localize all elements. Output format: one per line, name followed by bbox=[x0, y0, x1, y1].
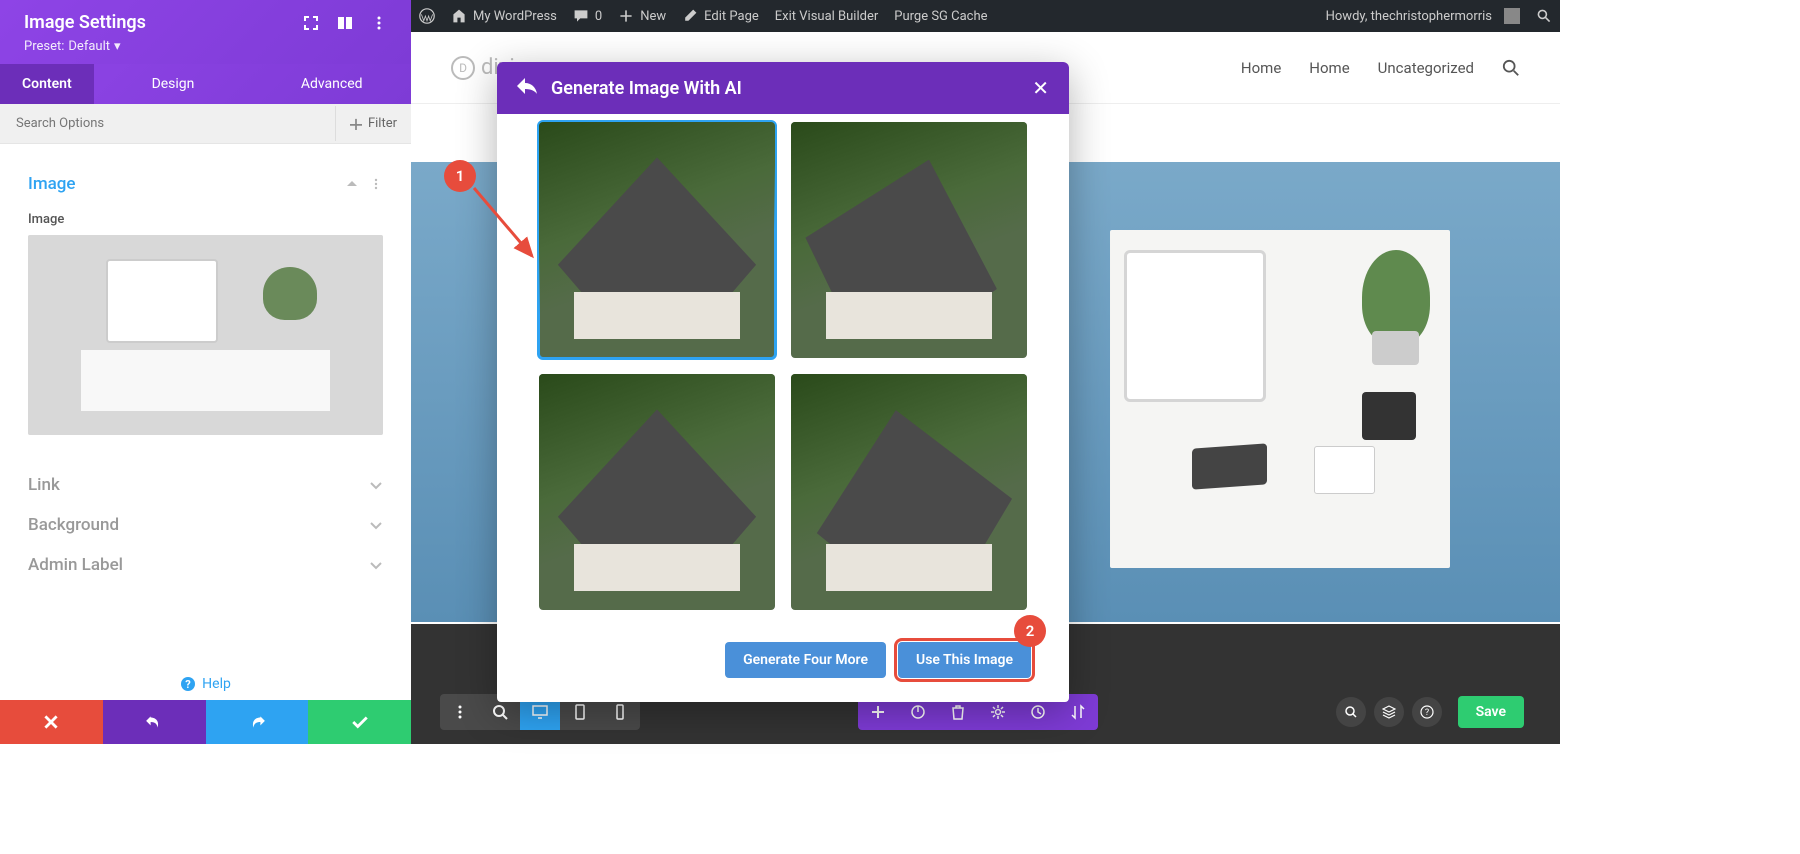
chevron-down-icon bbox=[369, 518, 383, 532]
section-background[interactable]: Background bbox=[28, 505, 383, 545]
svg-text:?: ? bbox=[185, 678, 191, 691]
wp-site-name: My WordPress bbox=[473, 9, 557, 24]
chevron-down-icon: ▾ bbox=[114, 39, 121, 54]
wp-howdy-label: Howdy, thechristophermorris bbox=[1326, 9, 1492, 24]
section-link[interactable]: Link bbox=[28, 465, 383, 505]
section-background-title: Background bbox=[28, 515, 119, 535]
section-image-title: Image bbox=[28, 174, 76, 194]
ai-image-modal: Generate Image With AI ✕ Generate Four M… bbox=[497, 62, 1069, 702]
wp-comments[interactable]: 0 bbox=[565, 0, 610, 32]
back-button[interactable] bbox=[517, 78, 537, 98]
builder-save-toolbar: ? Save bbox=[1332, 694, 1524, 730]
tab-content[interactable]: Content bbox=[0, 64, 94, 104]
more-vert-icon[interactable] bbox=[369, 177, 383, 191]
wp-admin-bar: My WordPress 0 New Edit Page Exit Visual… bbox=[411, 0, 1560, 32]
nav-uncategorized[interactable]: Uncategorized bbox=[1378, 59, 1474, 77]
layers-icon[interactable] bbox=[1374, 697, 1404, 727]
wp-new[interactable]: New bbox=[610, 0, 674, 32]
generated-image-1[interactable] bbox=[539, 122, 775, 358]
columns-icon[interactable] bbox=[337, 15, 353, 31]
expand-icon[interactable] bbox=[303, 15, 319, 31]
modal-footer: Generate Four More Use This Image bbox=[497, 628, 1069, 702]
annotation-arrow bbox=[464, 178, 544, 268]
modal-header: Generate Image With AI ✕ bbox=[497, 62, 1069, 114]
search-icon[interactable] bbox=[1502, 59, 1520, 77]
settings-tabs: Content Design Advanced bbox=[0, 64, 411, 104]
close-icon[interactable]: ✕ bbox=[1032, 76, 1049, 100]
undo-button[interactable] bbox=[103, 700, 206, 744]
tab-advanced[interactable]: Advanced bbox=[252, 64, 411, 104]
hero-image[interactable] bbox=[1110, 230, 1450, 568]
wp-new-label: New bbox=[640, 9, 666, 24]
svg-text:?: ? bbox=[1424, 708, 1428, 718]
generated-image-3[interactable] bbox=[539, 374, 775, 610]
more-vert-icon[interactable] bbox=[371, 15, 387, 31]
help-circle-icon[interactable]: ? bbox=[1412, 697, 1442, 727]
wp-exit-builder[interactable]: Exit Visual Builder bbox=[767, 0, 886, 32]
image-preview[interactable] bbox=[28, 235, 383, 435]
wp-howdy[interactable]: Howdy, thechristophermorris bbox=[1318, 0, 1528, 32]
chevron-down-icon bbox=[369, 558, 383, 572]
filter-button[interactable]: Filter bbox=[335, 106, 411, 141]
save-button[interactable] bbox=[308, 700, 411, 744]
help-link[interactable]: ? Help bbox=[0, 668, 411, 700]
footer-actions bbox=[0, 700, 411, 744]
wp-logo[interactable] bbox=[411, 0, 443, 32]
redo-button[interactable] bbox=[206, 700, 309, 744]
chevron-down-icon bbox=[369, 478, 383, 492]
nav-home-2[interactable]: Home bbox=[1309, 59, 1349, 77]
annotation-2: 2 bbox=[1014, 615, 1046, 647]
section-admin-label[interactable]: Admin Label bbox=[28, 545, 383, 585]
preset-label: Preset: bbox=[24, 39, 64, 54]
chevron-up-icon bbox=[345, 177, 359, 191]
wp-search-icon[interactable] bbox=[1528, 0, 1560, 32]
preset-value: Default bbox=[68, 39, 110, 54]
image-field-label: Image bbox=[28, 212, 383, 227]
use-this-image-button[interactable]: Use This Image bbox=[898, 642, 1031, 678]
nav-home-1[interactable]: Home bbox=[1241, 59, 1281, 77]
wp-site-link[interactable]: My WordPress bbox=[443, 0, 565, 32]
modal-title: Generate Image With AI bbox=[551, 78, 1018, 99]
section-link-title: Link bbox=[28, 475, 60, 495]
wp-purge-label: Purge SG Cache bbox=[894, 9, 987, 24]
wp-edit-page[interactable]: Edit Page bbox=[674, 0, 767, 32]
wp-comment-count: 0 bbox=[595, 9, 602, 24]
help-label: Help bbox=[202, 676, 231, 692]
filter-label: Filter bbox=[368, 116, 397, 131]
section-admin-label-title: Admin Label bbox=[28, 555, 123, 575]
more-vert-icon[interactable] bbox=[440, 694, 480, 730]
generated-image-2[interactable] bbox=[791, 122, 1027, 358]
image-settings-panel: Image Settings Preset: Default ▾ Content… bbox=[0, 0, 411, 744]
wp-purge-cache[interactable]: Purge SG Cache bbox=[886, 0, 995, 32]
section-image[interactable]: Image bbox=[28, 164, 383, 204]
site-nav: Home Home Uncategorized bbox=[1241, 59, 1520, 77]
generated-image-4[interactable] bbox=[791, 374, 1027, 610]
search-input[interactable] bbox=[0, 104, 335, 143]
generate-more-button[interactable]: Generate Four More bbox=[725, 642, 886, 678]
annotation-1: 1 bbox=[444, 160, 476, 192]
wp-exit-label: Exit Visual Builder bbox=[775, 9, 878, 24]
panel-body: Image Image Link Background Admin Label bbox=[0, 144, 411, 668]
search-circle-icon[interactable] bbox=[1336, 697, 1366, 727]
tab-design[interactable]: Design bbox=[94, 64, 253, 104]
save-page-button[interactable]: Save bbox=[1458, 696, 1524, 728]
sidebar-header: Image Settings Preset: Default ▾ bbox=[0, 0, 411, 64]
preset-selector[interactable]: Preset: Default ▾ bbox=[24, 39, 387, 64]
sidebar-title: Image Settings bbox=[24, 12, 146, 33]
cancel-button[interactable] bbox=[0, 700, 103, 744]
wp-edit-label: Edit Page bbox=[704, 9, 759, 24]
avatar bbox=[1504, 8, 1520, 24]
generated-images-grid bbox=[539, 122, 1027, 610]
search-row: Filter bbox=[0, 104, 411, 144]
